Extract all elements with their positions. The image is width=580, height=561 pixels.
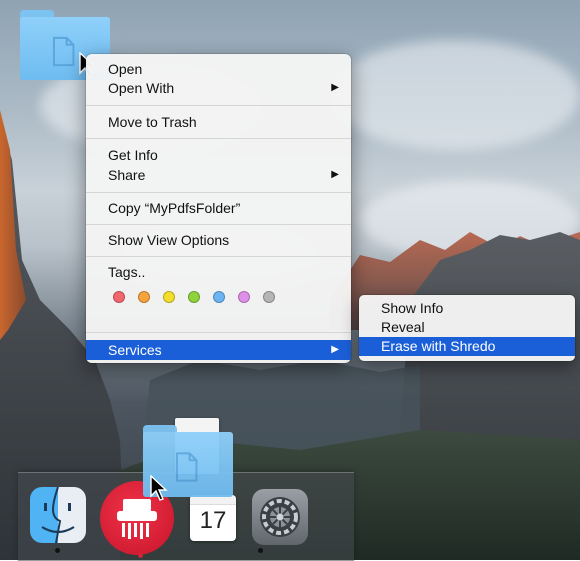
menu-item-label: Services xyxy=(108,342,162,358)
tag-color-yellow[interactable] xyxy=(163,291,175,303)
menu-item-open[interactable]: Open xyxy=(86,59,351,79)
running-indicator xyxy=(55,548,60,553)
submenu-arrow-icon: ▶ xyxy=(331,82,339,93)
services-submenu: Show Info Reveal Erase with Shredo xyxy=(359,295,575,361)
document-icon xyxy=(53,36,75,66)
menu-item-label: Share xyxy=(108,167,146,183)
submenu-item-label: Reveal xyxy=(381,319,425,335)
submenu-arrow-icon: ▶ xyxy=(331,169,339,180)
menu-separator xyxy=(86,192,351,193)
context-menu: Open Open With ▶ Move to Trash Get Info … xyxy=(86,54,351,363)
menu-item-open-with[interactable]: Open With ▶ xyxy=(86,78,351,98)
submenu-item-label: Erase with Shredo xyxy=(381,338,496,354)
menu-item-label: Open xyxy=(108,61,143,77)
system-preferences-icon[interactable] xyxy=(252,489,308,545)
menu-separator xyxy=(86,256,351,257)
tag-color-green[interactable] xyxy=(188,291,200,303)
menu-separator xyxy=(86,105,351,106)
document-icon xyxy=(176,452,198,483)
menu-item-tags[interactable]: Tags.. xyxy=(86,262,351,282)
running-indicator xyxy=(138,553,143,558)
tag-color-gray[interactable] xyxy=(263,291,275,303)
submenu-item-reveal[interactable]: Reveal xyxy=(359,318,575,337)
menu-item-label: Get Info xyxy=(108,147,158,163)
calendar-day-number: 17 xyxy=(199,507,227,534)
menu-item-label: Open With xyxy=(108,80,175,96)
submenu-item-label: Show Info xyxy=(381,300,444,316)
submenu-arrow-icon: ▶ xyxy=(331,344,339,355)
calendar-icon[interactable]: 17 xyxy=(190,495,236,541)
finder-icon[interactable] xyxy=(30,487,86,543)
menu-separator xyxy=(86,332,351,333)
menu-separator xyxy=(86,138,351,139)
submenu-item-show-info[interactable]: Show Info xyxy=(359,299,575,318)
menu-item-get-info[interactable]: Get Info xyxy=(86,145,351,165)
submenu-item-erase-with-shredo[interactable]: Erase with Shredo xyxy=(359,337,575,356)
menu-item-label: Tags.. xyxy=(108,264,146,280)
tag-color-orange[interactable] xyxy=(138,291,150,303)
menu-item-show-view-options[interactable]: Show View Options xyxy=(86,230,351,250)
mouse-pointer-icon xyxy=(150,475,168,501)
menu-item-label: Move to Trash xyxy=(108,114,197,130)
menu-item-move-to-trash[interactable]: Move to Trash xyxy=(86,112,351,132)
menu-item-services[interactable]: Services ▶ xyxy=(86,340,351,360)
menu-item-label: Copy “MyPdfsFolder” xyxy=(108,200,241,216)
menu-item-share[interactable]: Share ▶ xyxy=(86,165,351,185)
menu-item-copy[interactable]: Copy “MyPdfsFolder” xyxy=(86,198,351,218)
menu-separator xyxy=(86,224,351,225)
running-indicator xyxy=(258,548,263,553)
tag-color-purple[interactable] xyxy=(238,291,250,303)
tag-color-blue[interactable] xyxy=(213,291,225,303)
tag-color-red[interactable] xyxy=(113,291,125,303)
menu-item-label: Show View Options xyxy=(108,232,230,248)
